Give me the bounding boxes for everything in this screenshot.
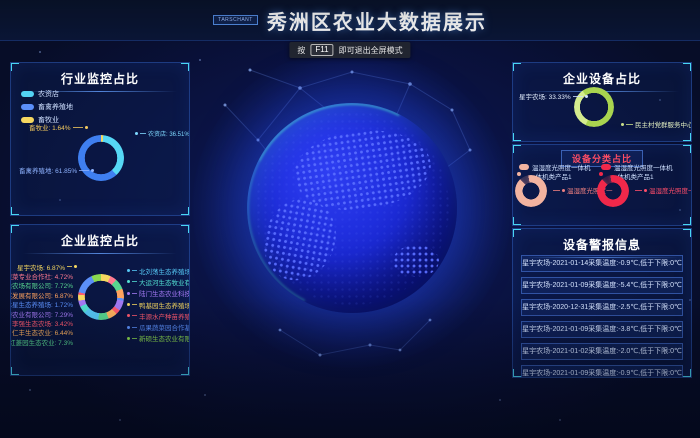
chart-label: 星宇农场: 33.33%: [519, 91, 588, 101]
donut-accent-dot: [517, 172, 521, 176]
chart-label: 畜禽养殖地: 61.85%: [19, 165, 94, 175]
legend-swatch: [601, 164, 611, 170]
chart-label: 畜牧业: 1.64%: [29, 122, 88, 132]
enterprise-labels-left: 星宇农场: 6.87% 蔬菜专业合作社: 4.72% 家缘农场有限公司: 7.7…: [13, 262, 77, 347]
enterprise-labels-right: 北刘荡生态养殖场: 11.16% 大运河生态牧业有限责任公 陆门生态农业科技有限…: [127, 265, 190, 344]
donut-accent-dot: [599, 172, 603, 176]
alarm-row[interactable]: 星宇农场-2021-01-14采集温度:-0.9℃,低于下限:0℃: [521, 255, 683, 272]
page-title: 秀洲区农业大数据展示: [267, 6, 487, 35]
chart-label: 中绿农业有限公司: 7.29%: [13, 309, 77, 318]
chart-label: 星宇农场: 6.87%: [13, 262, 77, 271]
fullscreen-toast: 按 F11 即可退出全屏模式: [289, 42, 410, 58]
dashboard-stage: TARSCHANT 秀洲区农业大数据展示 按 F11 即可退出全屏模式 行业监控…: [0, 0, 700, 438]
legend-swatch: [21, 91, 34, 97]
enterprise-monitor-panel: 企业监控占比 星宇农场: 6.87% 蔬菜专业合作社: 4.72% 家缘农场有限: [10, 224, 190, 376]
chart-label: 红菱园生态农业: 7.3%: [13, 337, 77, 346]
chart-label: 蔬菜专业合作社: 4.72%: [13, 271, 77, 280]
globe-continent: [290, 122, 436, 218]
alarm-list: 星宇农场-2021-01-14采集温度:-0.9℃,低于下限:0℃ 星宇农场-2…: [513, 255, 691, 378]
industry-monitor-panel: 行业监控占比 农资店 畜禽养殖地 畜牧业 畜牧业: [10, 62, 190, 216]
classify-donut-right[interactable]: [597, 175, 629, 207]
chart-label: 鸭基园生态养殖场: 4.29: [127, 299, 190, 310]
chart-label: 民主村党群服务中心:: [621, 119, 692, 129]
legend-label: 畜禽养殖地: [38, 102, 73, 112]
classify-donut-left[interactable]: [515, 175, 547, 207]
legend-label: 农资店: [38, 89, 59, 99]
chart-label: 新硕生态农业有限公司: 6.879: [127, 333, 190, 344]
chart-label: 农资店: 36.51%: [135, 129, 190, 138]
toast-suffix: 即可退出全屏模式: [339, 45, 403, 56]
chart-label: 家缘农场有限公司: 7.72%: [13, 281, 77, 290]
device-alarm-panel: 设备警报信息 星宇农场-2021-01-14采集温度:-0.9℃,低于下限:0℃…: [512, 228, 692, 378]
enterprise-donut-chart[interactable]: [78, 274, 124, 320]
alarm-row[interactable]: 星宇农场-2021-01-09采集温度:-5.4℃,低于下限:0℃: [521, 277, 683, 294]
legend-item[interactable]: 农资店: [21, 89, 73, 99]
f11-keycap: F11: [310, 44, 333, 56]
chart-label: 陆门生态农业科技有限公: [127, 288, 190, 299]
chart-label: 李强生态农场: 3.42%: [13, 318, 77, 327]
panel-title: 设备警报信息: [513, 236, 691, 253]
chart-label: 北刘荡生态养殖场: 11.16%: [127, 265, 190, 276]
alarm-row[interactable]: 星宇农场-2020-12-31采集温度:-2.5℃,低于下限:0℃: [521, 299, 683, 316]
chart-label: 仁丰生态农业: 6.44%: [13, 328, 77, 337]
alarm-row[interactable]: 星宇农场-2021-01-02采集温度:-2.0℃,低于下限:0℃: [521, 343, 683, 360]
legend-swatch: [519, 164, 529, 170]
toast-prefix: 按: [297, 45, 305, 56]
chart-label: 国兴发展有限公司: 6.87%: [13, 290, 77, 299]
device-classify-panel: 设备分类占比 温湿度光照度一体机 一体机类产品1 温湿度光照度一 温湿度光照度一…: [512, 144, 692, 226]
chart-label: 温湿度光照度一: [635, 185, 692, 195]
alarm-row[interactable]: 星宇农场-2021-01-09采集温度:-0.9℃,低于下限:0℃: [521, 365, 683, 378]
panel-title: 企业监控占比: [11, 232, 189, 249]
logo-badge: TARSCHANT: [213, 15, 258, 25]
chart-label: 七星生态养殖场: 1.72%: [13, 300, 77, 309]
legend-swatch: [21, 104, 34, 110]
globe-rim-highlight: [247, 103, 457, 313]
panel-title: 企业设备占比: [513, 70, 691, 87]
panel-title: 行业监控占比: [11, 70, 189, 87]
chart-label: 丰源水产种苗养殖场: 1.: [127, 310, 190, 321]
header-bar: TARSCHANT 秀洲区农业大数据展示: [0, 0, 700, 41]
alarm-row[interactable]: 星宇农场-2021-01-09采集温度:-3.8℃,低于下限:0℃: [521, 321, 683, 338]
globe: [247, 103, 457, 313]
chart-label: 大运河生态牧业有限责任公: [127, 276, 190, 287]
legend-item[interactable]: 畜禽养殖地: [21, 102, 73, 112]
device-share-panel: 企业设备占比 星宇农场: 33.33% 民主村党群服务中心:: [512, 62, 692, 142]
chart-label: 瓜果蔬菜园合作基地: 15.02%: [127, 321, 190, 332]
